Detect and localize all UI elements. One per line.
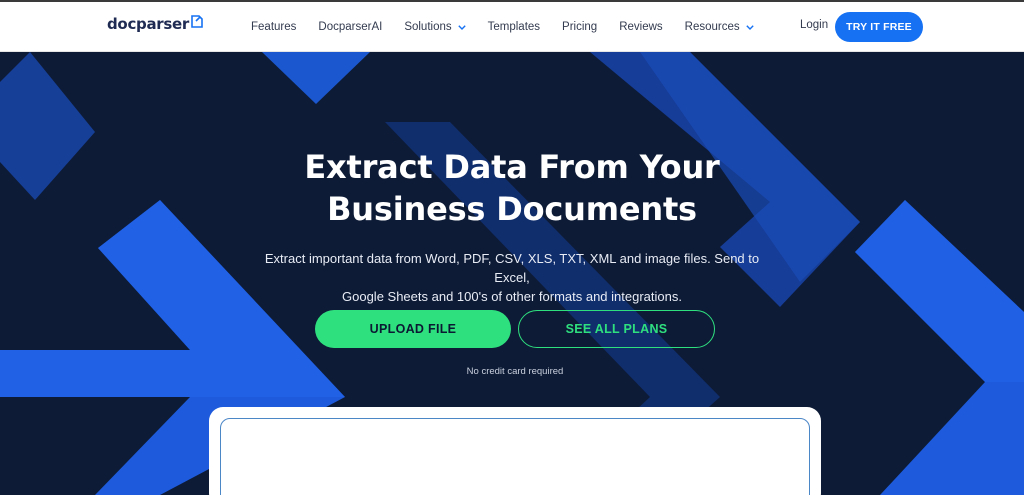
no-credit-card-note: No credit card required — [466, 366, 564, 377]
nav-item-features[interactable]: Features — [251, 21, 296, 33]
nav-item-label: Reviews — [619, 21, 663, 33]
upload-file-button[interactable]: UPLOAD FILE — [315, 310, 511, 348]
see-all-plans-button[interactable]: SEE ALL PLANS — [518, 310, 715, 348]
site-header: docparser Features DocparserAI Solutions… — [0, 2, 1024, 52]
hero-title: Extract Data From Your Business Document… — [0, 146, 1024, 230]
preview-card — [220, 418, 810, 495]
nav-item-label: Templates — [487, 21, 541, 33]
nav-item-label: Resources — [684, 21, 740, 33]
hero-title-line-2: Business Documents — [327, 190, 697, 228]
logo-text: docparser — [107, 15, 189, 33]
hero-section: Extract Data From Your Business Document… — [0, 52, 1024, 495]
nav-item-label: Solutions — [404, 21, 452, 33]
try-it-free-button[interactable]: TRY IT FREE — [835, 12, 923, 42]
nav-item-docparserai[interactable]: DocparserAI — [318, 21, 382, 33]
chevron-down-icon — [745, 21, 754, 33]
nav-item-resources[interactable]: Resources — [685, 21, 754, 33]
hero-subtitle: Extract important data from Word, PDF, C… — [252, 249, 772, 306]
nav-item-label: Features — [251, 21, 297, 33]
login-link[interactable]: Login — [800, 19, 828, 31]
nav-item-pricing[interactable]: Pricing — [562, 21, 597, 33]
hero-subtitle-line-1: Extract important data from Word, PDF, C… — [264, 251, 760, 285]
nav-item-templates[interactable]: Templates — [488, 21, 540, 33]
nav-item-solutions[interactable]: Solutions — [404, 21, 466, 33]
docparser-logo[interactable]: docparser — [107, 15, 203, 33]
main-nav: Features DocparserAI Solutions Templates… — [251, 2, 776, 52]
nav-item-label: Pricing — [562, 21, 598, 33]
hero-title-line-1: Extract Data From Your — [304, 148, 720, 186]
nav-item-label: DocparserAI — [318, 21, 383, 33]
hero-subtitle-line-2: Google Sheets and 100's of other formats… — [342, 289, 682, 304]
nav-item-reviews[interactable]: Reviews — [619, 21, 662, 33]
logo-document-icon — [191, 15, 203, 33]
chevron-down-icon — [457, 21, 466, 33]
